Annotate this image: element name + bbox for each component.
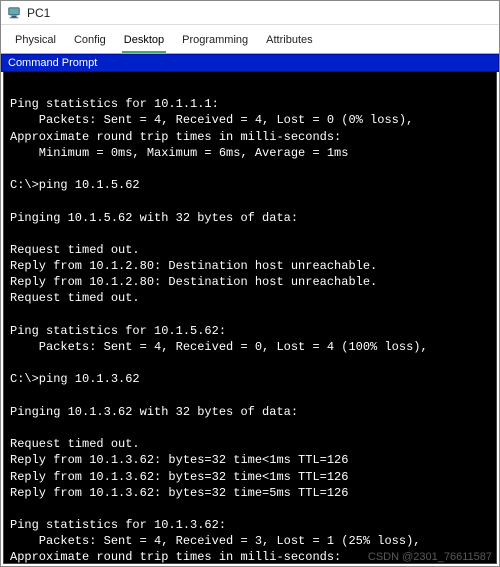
window-title: PC1 [27,6,50,20]
titlebar: PC1 [1,1,499,25]
tab-attributes[interactable]: Attributes [264,31,314,53]
tab-config[interactable]: Config [72,31,108,53]
pc-icon [7,6,21,20]
tab-physical[interactable]: Physical [13,31,58,53]
terminal-output[interactable]: Ping statistics for 10.1.1.1: Packets: S… [3,72,497,564]
command-prompt-header: Command Prompt [1,54,499,72]
tab-bar: Physical Config Desktop Programming Attr… [1,25,499,54]
tab-desktop[interactable]: Desktop [122,31,166,53]
app-window: PC1 Physical Config Desktop Programming … [0,0,500,567]
tab-programming[interactable]: Programming [180,31,250,53]
